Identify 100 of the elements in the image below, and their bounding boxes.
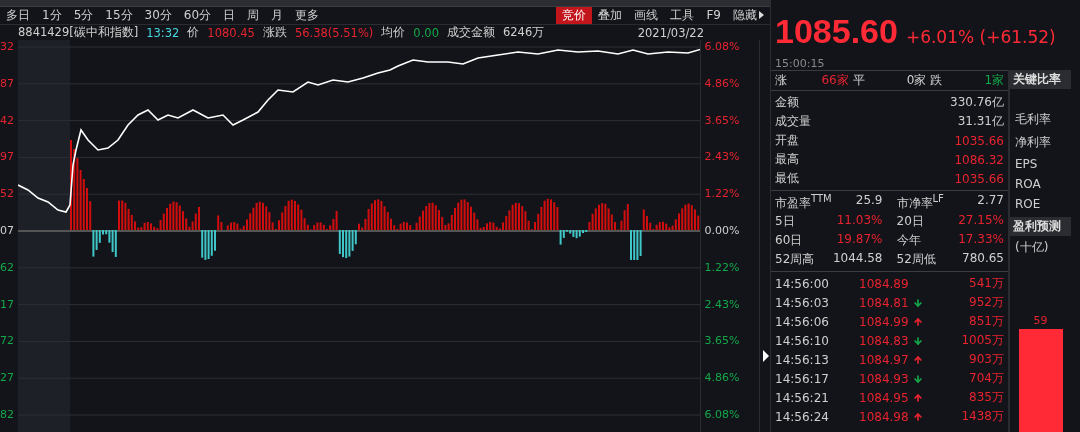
stat-value: 1035.66 [954, 133, 1004, 148]
stat-value: 1086.32 [954, 152, 1004, 167]
tool-tab[interactable]: 叠加 [592, 7, 629, 24]
price-axis-label: 82 [0, 407, 15, 422]
tool-tab[interactable]: 画线 [628, 7, 665, 24]
price-axis-label: 42 [0, 113, 15, 128]
percent-axis-label: 3.65% [704, 113, 741, 128]
percent-axis-label: 6.08% [704, 407, 741, 422]
breadth-label: 涨 [775, 72, 787, 89]
breadth-count: 66家 [821, 72, 849, 89]
tool-tab[interactable]: 竞价 [556, 7, 593, 24]
tick-price: 1084.93 [859, 371, 909, 386]
average-label: 均价 [381, 25, 406, 40]
tick-volume: 704万 [969, 371, 1004, 385]
tick-time: 14:56:06 [775, 314, 830, 329]
percent-axis-label: 2.43% [704, 150, 741, 165]
price-axis-label: 52 [0, 187, 15, 202]
ratio-label: 20日 [896, 213, 924, 230]
ratio-value: 780.65 [962, 251, 1004, 267]
index-name: 8841429[碳中和指数] [18, 25, 139, 40]
stat-label: 最低 [775, 170, 799, 187]
tick-volume: 952万 [969, 295, 1004, 309]
period-tab[interactable]: 日 [217, 7, 242, 24]
ratio-label: 今年 [896, 232, 921, 249]
change-value: 56.38(5.51%) [294, 25, 374, 40]
ratio-name: EPS [1015, 157, 1039, 171]
tick-price: 1084.89 [859, 276, 909, 291]
period-tab[interactable]: 周 [241, 7, 266, 24]
section-header: 盈利预测 [1010, 217, 1071, 236]
period-tab[interactable]: 5分 [67, 7, 100, 24]
tick-time: 14:56:00 [775, 276, 830, 291]
tick-time: 14:56:17 [775, 371, 830, 386]
price-axis-label: 87 [0, 76, 15, 91]
percent-axis-label: 1.22% [704, 260, 741, 275]
percent-axis-label: 3.65% [704, 334, 741, 349]
tick-volume: 541万 [969, 276, 1004, 290]
period-tab[interactable]: 月 [265, 7, 290, 24]
stat-value: 1035.66 [954, 171, 1004, 186]
expand-arrow-icon[interactable] [763, 350, 770, 362]
breadth-label: 跌 [930, 72, 943, 89]
stat-value: 31.31亿 [957, 113, 1004, 130]
ratio-value: 2.77 [977, 193, 1004, 209]
period-tab[interactable]: 更多 [289, 7, 326, 24]
ratio-label: 52周低 [896, 251, 936, 268]
ratio-name: 净利率 [1015, 134, 1052, 151]
price-label: 价 [187, 25, 200, 40]
down-arrow-icon [912, 373, 923, 384]
stat-label: 开盘 [775, 132, 799, 149]
price-axis-label: 62 [0, 260, 15, 275]
up-arrow-icon [912, 354, 923, 365]
tick-volume: 1005万 [961, 333, 1004, 347]
price-value: 1080.45 [207, 25, 255, 40]
period-tab[interactable]: 30分 [138, 7, 178, 24]
tick-price: 1084.95 [859, 390, 909, 405]
period-tab[interactable]: 多日 [0, 7, 36, 24]
ratio-value: 25.9 [855, 193, 883, 209]
price-axis-label: 07 [0, 224, 15, 238]
unit-label: (十亿) [1014, 239, 1050, 256]
stat-label: 成交量 [775, 113, 811, 130]
cursor-time: 13:32 [146, 25, 180, 40]
ratio-label: 市盈率$^{TTM}$ [775, 193, 832, 212]
period-tab[interactable]: 60分 [177, 7, 218, 24]
tick-price: 1084.99 [859, 314, 909, 329]
breadth-count: 0家 [906, 72, 927, 89]
breadth-count: 1家 [984, 72, 1004, 89]
percent-axis-label: 2.43% [704, 297, 741, 312]
tool-tab[interactable]: 工具 [664, 7, 701, 24]
tick-volume: 903万 [969, 352, 1004, 366]
period-tab[interactable]: 1分 [36, 7, 68, 24]
tick-time: 14:56:10 [775, 333, 830, 348]
tool-tab[interactable]: 隐藏 [727, 7, 770, 24]
stat-label: 最高 [775, 151, 799, 168]
up-arrow-icon [912, 392, 923, 403]
last-price: 1085.60 [775, 12, 898, 51]
amount-value: 6246万 [502, 25, 545, 40]
ratio-name: ROE [1015, 197, 1042, 211]
period-tab[interactable]: 15分 [99, 7, 139, 24]
up-arrow-icon [912, 411, 923, 422]
price-axis-label: 97 [0, 150, 15, 165]
section-header: 关键比率 [1010, 70, 1071, 89]
price-axis-label: 72 [0, 334, 15, 349]
date-label: 2021/03/22 [637, 25, 704, 40]
ratio-value: 11.03% [836, 213, 883, 229]
price-axis-label: 17 [0, 297, 15, 312]
tick-volume: 835万 [969, 390, 1004, 404]
ratio-label: 5日 [775, 213, 795, 230]
quote-time: 15:00:15 [775, 57, 826, 70]
tool-tab[interactable]: F9 [700, 7, 727, 24]
average-value: 0.00 [413, 25, 439, 40]
amount-label: 成交金额 [446, 25, 495, 40]
bar-value-label: 59 [1033, 314, 1048, 327]
price-axis-label: 27 [0, 371, 15, 386]
tick-price: 1084.83 [859, 333, 909, 348]
ratio-name: 毛利率 [1015, 111, 1052, 128]
tick-volume: 851万 [969, 314, 1004, 328]
ratio-label: 52周高 [775, 251, 815, 268]
ratio-value: 19.87% [836, 232, 883, 248]
percent-axis-label: 4.86% [704, 76, 741, 91]
tick-time: 14:56:24 [775, 409, 830, 424]
percent-axis-label: 1.22% [704, 187, 741, 202]
